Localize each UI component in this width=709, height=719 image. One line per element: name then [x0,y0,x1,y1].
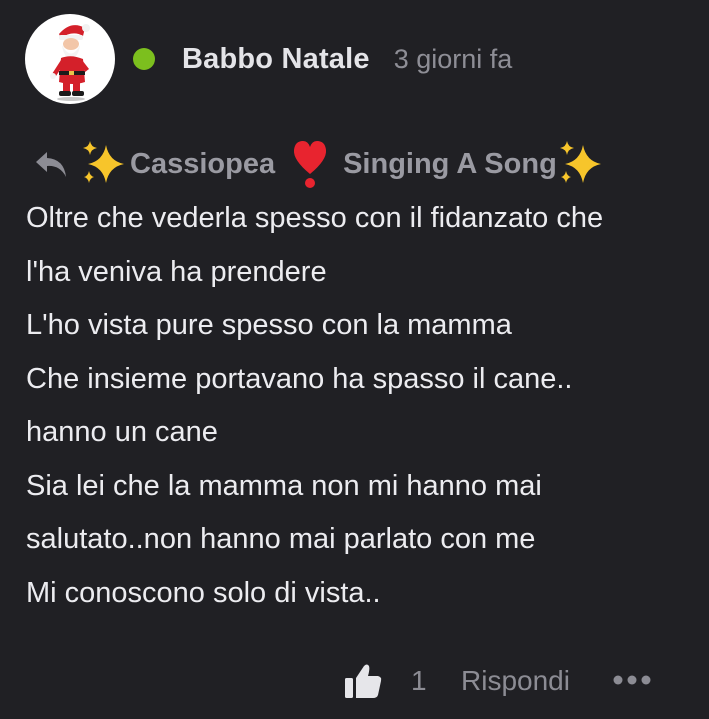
comment-line: l'ha veniva ha prendere [26,255,327,288]
comment-line: Mi conoscono solo di vista.. [26,576,381,609]
comment-timestamp: 3 giorni fa [393,43,513,74]
sparkles-icon [83,141,124,183]
author-name[interactable]: Babbo Natale [182,43,370,76]
sparkles-icon [559,141,601,183]
comment-body: Oltre che vederla spesso con il fidanzat… [26,192,686,620]
reply-target-suffix: Singing A Song [343,147,557,180]
comment-line: Che insieme portavano ha spasso il cane.… [26,362,573,395]
more-dots-icon[interactable] [613,672,651,688]
comment-line: Sia lei che la mamma non mi hanno mai [26,469,542,502]
like-count: 1 [411,665,427,696]
comment-line: hanno un cane [26,416,218,448]
reply-target-name: Cassiopea [130,147,276,180]
heart-exclamation-icon [294,141,327,188]
thumbs-up-icon[interactable] [344,663,382,699]
reply-reference[interactable]: Cassiopea Singing A Song [34,136,607,192]
comment-line: Oltre che vederla spesso con il fidanzat… [26,202,604,234]
santa-claus-avatar-icon [50,24,90,101]
reply-button[interactable]: Rispondi [461,665,570,697]
author-avatar[interactable] [25,14,115,104]
reply-arrow-icon [36,152,66,177]
comment-line: L'ho vista pure spesso con la mamma [26,309,512,341]
comment-line: salutato..non hanno mai parlato con me [26,523,536,555]
comment-actions: 1 Rispondi [0,656,709,708]
comment-header: Babbo Natale 3 giorni fa [25,14,512,104]
online-status-dot [133,48,155,70]
